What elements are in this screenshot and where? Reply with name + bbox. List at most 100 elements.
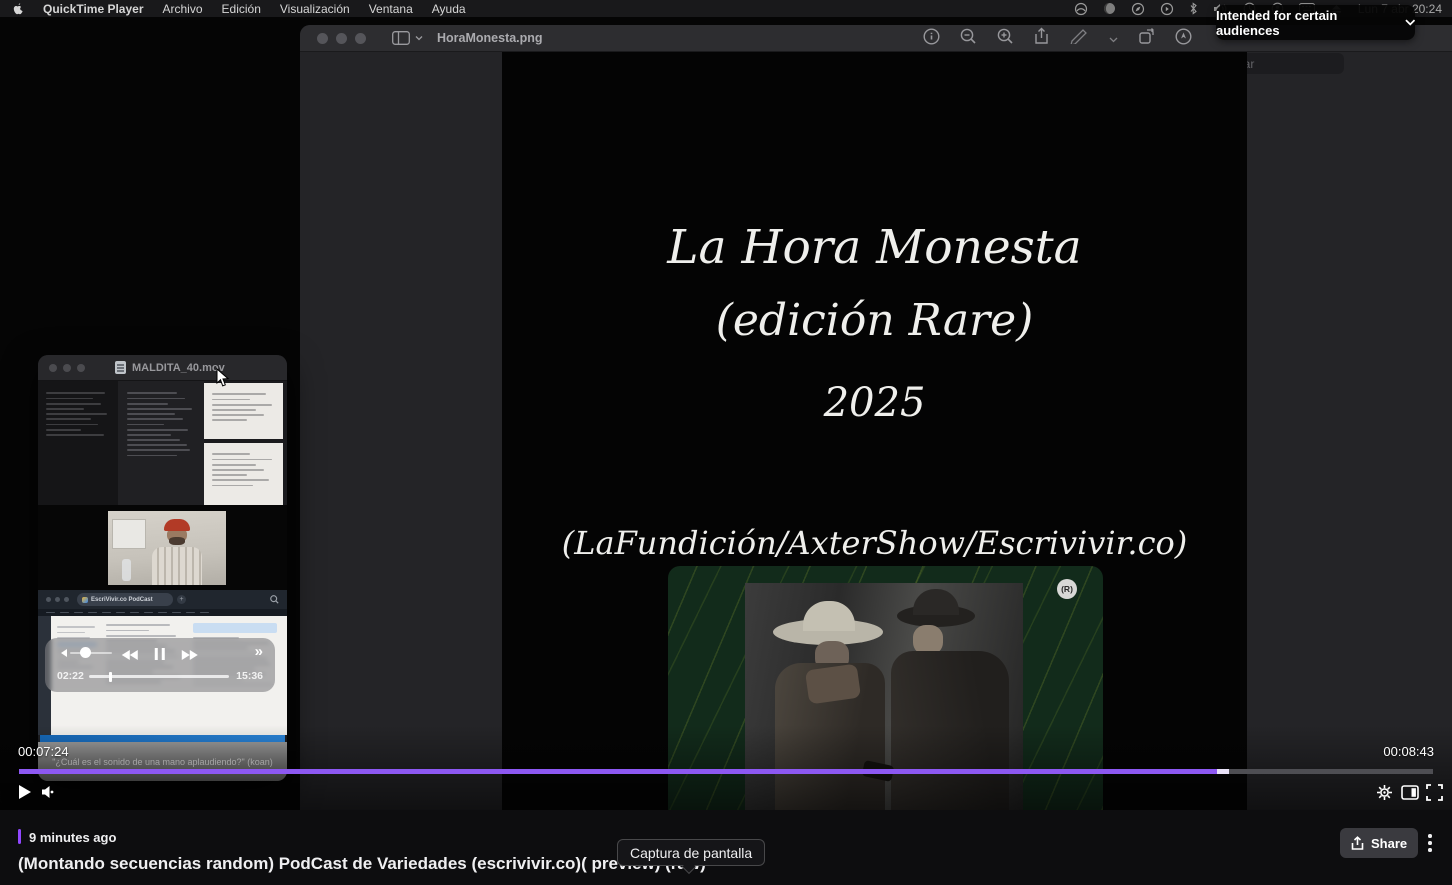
share-button[interactable]: Share [1340,828,1418,858]
settings-button[interactable] [1376,784,1393,806]
favicon [82,597,88,603]
text-line [127,418,183,420]
speaker-shirt [152,547,202,585]
recorded-browser-titlebar: EscriVivir.co PodCast + [38,590,287,609]
recorded-app-document [118,381,204,505]
browser-tab: EscriVivir.co PodCast [77,593,173,606]
screen-mirror-icon [1074,2,1088,16]
slide-subtitle: (edición Rare) [502,295,1247,346]
recorded-webcam-band [38,505,287,590]
clip-title: (Montando secuencias random) PodCast de … [18,854,1118,874]
maldita-window-title: MALDITA_40.mov [132,362,225,374]
rating-badge: (R) [1057,579,1077,599]
text-line [46,408,84,410]
whiteboard [112,519,146,549]
fullscreen-icon [1426,784,1443,801]
text-line [127,424,164,426]
tooltip-label: Captura de pantalla [630,845,752,861]
play-circle-icon [1160,2,1174,16]
seek-bar[interactable] [19,769,1433,774]
accent-bar [18,829,21,844]
close-window-icon [49,364,57,372]
text-line [46,413,107,415]
audience-warning-badge[interactable]: Intended for certain audiences [1216,5,1415,40]
moon-icon [1103,2,1116,15]
recorded-notes-app [38,381,287,505]
twitch-clip-page: QuickTime Player Archivo Edición Visuali… [0,0,1452,885]
new-tab-icon: + [177,595,186,604]
mini-current-time: 02:22 [57,670,84,682]
more-options-button[interactable] [1415,828,1445,858]
highlighted-text [193,623,277,633]
text-line [127,413,175,415]
sidebar-icon [392,31,410,45]
fullscreen-button[interactable] [1426,784,1443,806]
text-line [212,479,269,481]
mini-seek-track [89,675,229,678]
left-cowboy-hat-crown [803,601,855,631]
recorded-pdf-page [204,443,283,505]
sidebar-toggle [392,31,423,45]
audience-warning-label: Intended for certain audiences [1216,8,1396,38]
speaker-video [108,511,226,585]
text-line [57,632,85,634]
share-icon [1034,27,1049,50]
text-line [127,408,192,410]
traffic-light-buttons [300,33,366,44]
zoom-window-icon [77,364,85,372]
chevron-down-icon [415,35,423,41]
text-line [46,403,101,405]
info-icon [923,28,940,50]
markup-pencil-icon [1069,28,1089,49]
recorded-app-sidebar [38,381,118,505]
compass-icon [1131,2,1145,16]
mouse-cursor [216,368,231,393]
text-line [212,464,256,466]
preview-toolbar [923,25,1192,52]
text-line [127,403,168,405]
volume-icon [41,785,56,799]
text-line [127,398,185,400]
text-line [127,444,187,446]
left-cowboy-scarf [805,664,861,705]
text-line [46,398,93,400]
text-line [212,459,272,461]
speaker-beard [169,537,185,545]
text-line [212,409,256,411]
text-line [106,624,170,626]
right-cowboy-hat-crown [913,589,959,615]
seek-handle[interactable] [1217,769,1229,774]
fast-forward-icon [182,647,198,665]
share-upload-icon [1351,836,1364,851]
volume-button[interactable] [41,785,56,804]
play-icon [18,784,32,800]
clip-metadata-section: 9 minutes ago (Montando secuencias rando… [0,810,1452,885]
text-line [46,392,105,394]
maldita-footer: "¿Cuál es el sonido de una mano aplaudie… [38,742,287,781]
mini-duration: 15:36 [236,670,263,682]
text-line [127,455,177,457]
bluetooth-icon [1189,2,1198,15]
bookmarks-bar [38,609,287,616]
browser-tab-title: EscriVivir.co PodCast [91,596,153,602]
text-line [212,399,250,401]
rewind-icon [122,647,138,665]
close-window-icon [317,33,328,44]
text-line [212,419,247,421]
menu-item-archivo: Archivo [163,2,203,16]
zoom-out-icon [960,28,977,50]
traffic-light-buttons [38,364,85,372]
menu-item-ventana: Ventana [369,2,413,16]
rotate-icon [1138,28,1155,50]
speaker-icon [55,649,67,657]
window-title: HoraMonesta.png [437,31,543,45]
text-line [46,429,81,431]
text-line [212,414,264,416]
subtitle-caption: "¿Cuál es el sonido de una mano aplaudie… [45,757,279,767]
theater-mode-button[interactable] [1401,785,1419,805]
theater-mode-icon [1401,785,1419,800]
next-icon: » [255,643,263,660]
play-button[interactable] [18,784,32,805]
player-controls [0,782,1452,806]
text-line [46,418,91,420]
